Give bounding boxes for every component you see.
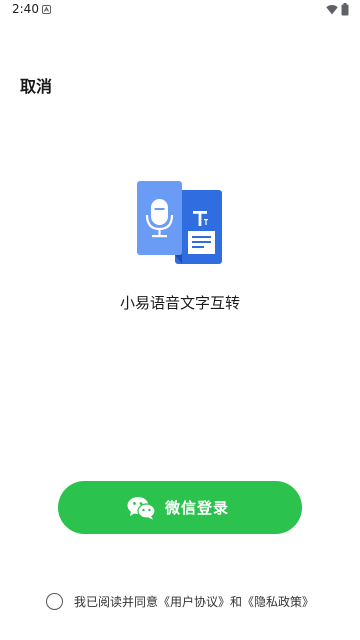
- user-agreement-link[interactable]: 《用户协议》: [158, 593, 230, 610]
- wifi-icon: [326, 5, 338, 15]
- agreement-row: 我已阅读并同意 《用户协议》 和 《隐私政策》: [46, 592, 314, 610]
- notification-icon: [42, 5, 51, 14]
- battery-icon: [341, 3, 349, 16]
- wechat-icon: [127, 496, 155, 519]
- wechat-login-label: 微信登录: [164, 499, 229, 517]
- agreement-prefix: 我已阅读并同意: [74, 594, 159, 609]
- privacy-policy-link[interactable]: 《隐私政策》: [242, 593, 314, 610]
- status-time: 2:40: [12, 2, 39, 16]
- cancel-button[interactable]: 取消: [20, 73, 52, 97]
- wechat-login-button[interactable]: 微信登录: [58, 481, 302, 534]
- status-bar: 2:40: [0, 0, 360, 20]
- agreement-joiner: 和: [230, 594, 243, 609]
- voice-to-text-logo-icon: [137, 181, 222, 264]
- app-name: 小易语音文字互转: [119, 294, 240, 312]
- agree-checkbox[interactable]: [46, 592, 63, 610]
